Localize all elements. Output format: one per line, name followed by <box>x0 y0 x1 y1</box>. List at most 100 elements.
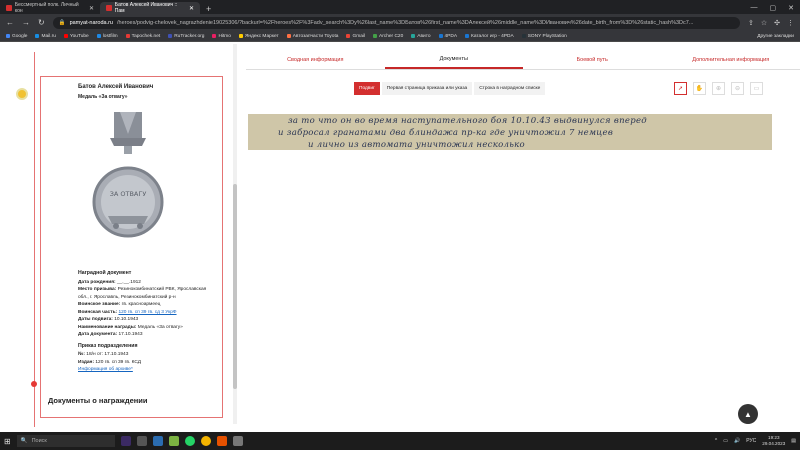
tab-title: Бессмертный полк. Личный кон <box>14 2 79 14</box>
maximize-icon[interactable]: ▢ <box>770 4 777 12</box>
cursor-icon[interactable]: ➚ <box>674 82 687 95</box>
order-row: Издан: 120 гв. сп 39 гв. КСД <box>78 359 218 367</box>
order-value: 18/н от: 17.10.1943 <box>86 352 129 357</box>
browser-tab[interactable]: Бессмертный полк. Личный кон ✕ <box>0 2 100 14</box>
bookmark-label: Gmail <box>352 33 365 39</box>
document-sub-tabs: Подвиг Первая страница приказа или указа С… <box>354 82 546 95</box>
file-explorer-icon[interactable] <box>152 436 163 446</box>
bookmark-item[interactable]: Авито <box>411 34 431 39</box>
bookmark-favicon-icon <box>96 34 101 38</box>
reload-icon[interactable]: ↻ <box>38 18 45 27</box>
nav-tab[interactable]: Дополнительная информация <box>662 50 800 69</box>
bookmark-item[interactable]: Яндекс Маркет <box>238 34 279 39</box>
info-value: Медаль «За отвагу» <box>137 324 183 330</box>
close-tab-icon[interactable]: ✕ <box>189 5 194 12</box>
bookmark-label: RuTracker.org <box>174 33 205 39</box>
clock-date: 29.04.2023 <box>762 441 786 446</box>
page-content: 1945 Батов Алексей Иванович Медаль «За о… <box>0 42 800 432</box>
app-game-icon[interactable] <box>120 436 131 446</box>
bookmark-item[interactable]: 4PDA <box>438 33 458 39</box>
clock[interactable]: 19:23 29.04.2023 <box>762 435 785 447</box>
new-tab-icon[interactable]: + <box>200 4 217 14</box>
chrome-icon[interactable] <box>200 436 211 446</box>
browser-tab-active[interactable]: Батов Алексей Иванович :: Пам ✕ <box>100 2 200 14</box>
bookmark-item[interactable]: Каталог игр - 4PDA <box>465 34 514 39</box>
nav-tab[interactable]: Боевой путь <box>523 50 662 69</box>
bookmark-favicon-icon <box>438 34 443 38</box>
bookmark-item[interactable]: Google <box>6 34 27 39</box>
bookmark-favicon-icon <box>346 34 351 38</box>
bookmark-star-icon[interactable]: ☆ <box>761 19 767 27</box>
left-panel-scrollbar-thumb[interactable] <box>233 184 237 389</box>
whatsapp-icon[interactable] <box>184 436 195 446</box>
minimize-icon[interactable]: — <box>751 4 758 12</box>
language-indicator[interactable]: РУС <box>746 438 756 444</box>
bookmark-label: Hitmo <box>218 33 231 39</box>
zoom-out-icon[interactable]: ⊖ <box>731 82 744 95</box>
bookmark-item[interactable]: lostfilm <box>96 33 118 39</box>
bookmark-label: lostfilm <box>102 33 118 39</box>
address-host: pamyat-naroda.ru <box>69 19 113 26</box>
volume-icon[interactable]: 🔊 <box>734 438 740 444</box>
address-input[interactable]: 🔒 pamyat-naroda.ru /heroes/podvig-chelov… <box>52 16 740 29</box>
order-row: №: 18/н от: 17.10.1943 <box>78 351 218 359</box>
info-row: Воинская часть: 120 гв. сп 39 гв. сд 3 У… <box>78 309 218 317</box>
scroll-up-button[interactable]: ▲ <box>738 404 758 424</box>
bookmark-item[interactable]: Tapochek.net <box>125 34 160 39</box>
info-label: Место призыва: <box>78 287 117 292</box>
forward-icon[interactable]: → <box>22 18 30 27</box>
lock-icon: 🔒 <box>58 19 66 26</box>
sub-tab[interactable]: Строка в наградном списке <box>474 82 546 95</box>
bookmark-item[interactable]: RuTracker.org <box>168 34 204 39</box>
close-tab-icon[interactable]: ✕ <box>89 5 94 12</box>
close-window-icon[interactable]: ✕ <box>788 4 794 12</box>
bookmark-item[interactable]: Автозапчасти Toyota <box>286 33 339 39</box>
sub-tab[interactable]: Подвиг <box>354 82 380 95</box>
task-view-icon[interactable] <box>136 436 147 446</box>
award-name: Медаль «За отвагу» <box>78 94 128 100</box>
bookmark-label: 4PDA <box>444 33 458 39</box>
menu-icon[interactable]: ⋮ <box>787 19 794 27</box>
back-icon[interactable]: ← <box>6 18 14 27</box>
windows-start-icon[interactable]: ⊞ <box>4 437 11 446</box>
bookmark-item[interactable]: Archer C20 <box>373 34 403 39</box>
notifications-icon[interactable]: ▤ <box>791 438 796 444</box>
app-icon[interactable] <box>216 436 227 446</box>
bookmark-item[interactable]: SONY PlayStation <box>521 34 567 39</box>
nav-tab[interactable]: Документы <box>384 50 523 69</box>
bookmark-item[interactable]: YouTube <box>63 33 89 39</box>
other-bookmarks[interactable]: Другие закладки <box>757 34 794 39</box>
viewer-tools: ➚ ✋ ⊕ ⊖ ▭ <box>674 82 763 95</box>
award-document-info: Наградной документ Дата рождения: __.__.… <box>78 270 218 374</box>
document-scan[interactable]: за то что он во время наступательного бо… <box>248 114 772 150</box>
taskbar-search[interactable]: 🔍 Поиск <box>16 435 115 447</box>
info-row: Дата рождения: __.__.1912 <box>78 279 218 287</box>
share-icon[interactable]: ⇪ <box>748 19 754 27</box>
fullscreen-icon[interactable]: ▭ <box>750 82 763 95</box>
zoom-in-icon[interactable]: ⊕ <box>712 82 725 95</box>
bookmark-item[interactable]: Mail.ru <box>35 34 56 39</box>
bookmark-favicon-icon <box>212 34 217 38</box>
info-label: Воинское звание: <box>78 302 121 307</box>
medal-image: ЗА ОТВАГУ <box>92 112 164 238</box>
tray-chevron-icon[interactable]: ^ <box>715 438 717 444</box>
order-value: 120 гв. сп 39 гв. КСД <box>95 359 141 365</box>
bookmark-item[interactable]: Hitmo <box>212 34 231 39</box>
app-icon[interactable] <box>232 436 243 446</box>
network-icon[interactable]: ▭ <box>723 438 728 444</box>
hand-icon[interactable]: ✋ <box>693 82 706 95</box>
info-row: Воинское звание: гв. красноармеец <box>78 301 218 309</box>
military-unit-link[interactable]: 120 гв. сп 39 гв. сд 3 УкрФ <box>118 310 176 315</box>
bookmark-label: YouTube <box>69 33 89 39</box>
bookmark-item[interactable]: Gmail <box>346 34 365 39</box>
bookmark-label: Google <box>12 33 28 39</box>
info-value: 17.10.1943 <box>118 332 143 337</box>
search-placeholder: Поиск <box>31 438 47 444</box>
archive-info-link[interactable]: Информация об архиве* <box>78 366 218 374</box>
bookmark-label: Автозапчасти Toyota <box>292 33 339 39</box>
sub-tab[interactable]: Первая страница приказа или указа <box>381 82 473 95</box>
address-path: /heroes/podvig-chelovek_nagrazhdenie1902… <box>116 19 694 26</box>
nav-tab[interactable]: Сводная информация <box>246 50 385 69</box>
utorrent-icon[interactable] <box>168 436 179 446</box>
extensions-icon[interactable]: ✣ <box>774 19 780 27</box>
